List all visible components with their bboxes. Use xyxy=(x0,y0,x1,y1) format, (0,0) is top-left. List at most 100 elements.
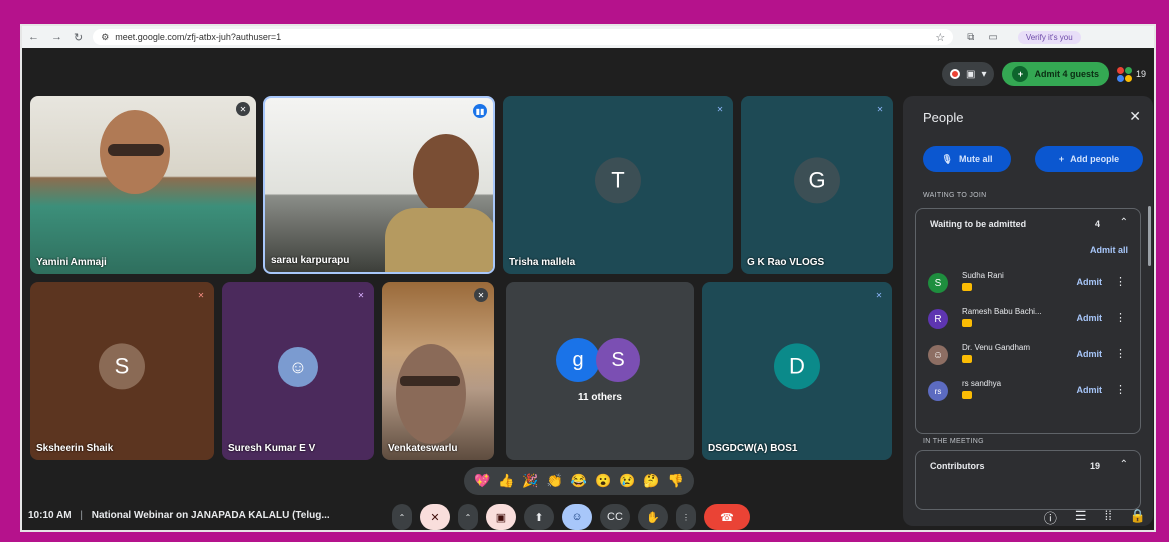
camera-off-button[interactable]: ▣ xyxy=(486,504,516,530)
add-person-icon: + xyxy=(1058,154,1065,164)
meeting-section-label: IN THE MEETING xyxy=(923,438,984,445)
emoji-reactions-button[interactable]: ☺ xyxy=(562,504,592,530)
participant-photo-avatar: ☺ xyxy=(278,347,318,387)
bookmark-star-icon[interactable]: ☆ xyxy=(935,31,945,44)
reaction-heart-icon[interactable]: 💖 xyxy=(474,473,490,489)
people-count: 19 xyxy=(1135,69,1146,79)
participant-avatar: T xyxy=(595,157,641,204)
host-controls-icon[interactable]: 🔒 xyxy=(1130,508,1146,527)
participant-tile[interactable]: ▮▮ sarau karpurapu xyxy=(263,96,495,274)
participant-tile[interactable]: D ✕ DSGDCW(A) BOS1 xyxy=(702,282,892,460)
back-icon[interactable]: ← xyxy=(28,31,39,44)
guest-row: R Ramesh Babu Bachi... Admit ⋮ xyxy=(928,305,1132,335)
forward-icon[interactable]: → xyxy=(51,31,62,44)
reaction-thumbs-down-icon[interactable]: 👎 xyxy=(668,473,684,489)
reaction-surprised-icon[interactable]: 😮 xyxy=(595,473,611,489)
site-settings-icon[interactable]: ⚙ xyxy=(101,32,109,43)
waiting-header: Waiting to be admitted xyxy=(930,219,1027,229)
participant-name: Sksheerin Shaik xyxy=(36,443,114,454)
guest-name: Sudha Rani xyxy=(962,271,1004,280)
people-count-button[interactable]: 19 xyxy=(1116,66,1146,82)
close-icon[interactable]: ✕ xyxy=(1129,108,1141,125)
more-options-icon[interactable]: ⋮ xyxy=(1115,383,1126,396)
chevron-up-icon[interactable]: ⌃ xyxy=(1120,459,1128,470)
guest-name: Dr. Venu Gandham xyxy=(962,343,1031,352)
participant-tile[interactable]: ✕ Yamini Ammaji xyxy=(30,96,256,274)
reload-icon[interactable]: ↻ xyxy=(74,31,83,44)
mic-off-button[interactable]: ✕ xyxy=(420,504,450,530)
meeting-info: 10:10 AM | National Webinar on JANAPADA … xyxy=(28,510,330,521)
admit-all-button[interactable]: Admit all xyxy=(1090,245,1128,255)
participant-tile[interactable]: T ✕ Trisha mallela xyxy=(503,96,733,274)
more-options-icon[interactable]: ⋮ xyxy=(676,504,696,530)
chevron-down-icon: ▾ xyxy=(981,68,987,80)
activities-icon[interactable]: ⁞⁞ xyxy=(1105,508,1112,527)
people-dots-icon xyxy=(1116,66,1132,82)
admit-guests-button[interactable]: + Admit 4 guests xyxy=(1002,62,1109,86)
participant-tile[interactable]: ✕ Venkateswarlu xyxy=(382,282,494,460)
separator: | xyxy=(80,510,83,521)
people-panel: People ✕ 🎙 Mute all + Add people WAITING… xyxy=(903,96,1153,526)
admit-button[interactable]: Admit xyxy=(1077,313,1103,323)
meeting-time: 10:10 AM xyxy=(28,510,72,521)
browser-nav: ← → ↻ xyxy=(22,31,83,44)
admit-button[interactable]: Admit xyxy=(1077,385,1103,395)
guest-name: Ramesh Babu Bachi... xyxy=(962,307,1042,316)
others-avatar-a: g xyxy=(556,338,600,382)
waiting-section-label: WAITING TO JOIN xyxy=(923,192,987,199)
participant-tile[interactable]: ☺ ✕ Suresh Kumar E V xyxy=(222,282,374,460)
mic-muted-icon: ✕ xyxy=(875,290,883,300)
recording-controls[interactable]: ▣ ▾ xyxy=(941,62,995,86)
audio-options-chevron-icon[interactable]: ⌃ xyxy=(392,504,412,530)
video-options-chevron-icon[interactable]: ⌃ xyxy=(458,504,478,530)
mic-muted-icon: ✕ xyxy=(236,102,250,116)
chat-icon[interactable]: ☰ xyxy=(1075,508,1087,527)
guest-row: ☺ Dr. Venu Gandham Admit ⋮ xyxy=(928,341,1132,371)
info-icon[interactable]: ⓘ xyxy=(1044,508,1057,527)
verify-identity-button[interactable]: Verify it's you xyxy=(1017,30,1081,44)
mic-muted-icon: ✕ xyxy=(716,104,724,114)
participant-avatar: S xyxy=(99,343,145,390)
chevron-up-icon[interactable]: ⌃ xyxy=(1120,217,1128,228)
add-people-button[interactable]: + Add people xyxy=(1035,146,1143,172)
admit-button[interactable]: Admit xyxy=(1077,349,1103,359)
admit-button[interactable]: Admit xyxy=(1077,277,1103,287)
more-options-icon[interactable]: ⋮ xyxy=(1115,347,1126,360)
participant-avatar: D xyxy=(774,343,820,390)
mic-muted-icon: ✕ xyxy=(357,290,365,300)
mute-all-button[interactable]: 🎙 Mute all xyxy=(923,146,1011,172)
present-screen-button[interactable]: ⬆ xyxy=(524,504,554,530)
leave-call-button[interactable]: ☎ xyxy=(704,504,750,530)
contributors-list: Contributors 19 ⌃ xyxy=(915,450,1141,510)
reaction-sad-icon[interactable]: 😢 xyxy=(619,473,635,489)
more-options-icon[interactable]: ⋮ xyxy=(1115,275,1126,288)
mic-muted-icon: ✕ xyxy=(197,290,205,300)
participant-tile[interactable]: S ✕ Sksheerin Shaik xyxy=(30,282,214,460)
waiting-count: 4 xyxy=(1094,219,1100,229)
guest-row: S Sudha Rani Admit ⋮ xyxy=(928,269,1132,299)
speaking-indicator-icon: ▮▮ xyxy=(473,104,487,118)
reaction-thumbs-up-icon[interactable]: 👍 xyxy=(498,473,514,489)
others-tile[interactable]: g S 11 others xyxy=(506,282,694,460)
admit-guests-label: Admit 4 guests xyxy=(1034,69,1099,79)
reaction-thinking-icon[interactable]: 🤔 xyxy=(643,473,659,489)
meeting-title: National Webinar on JANAPADA KALALU (Tel… xyxy=(91,510,330,521)
captions-button[interactable]: CC xyxy=(600,504,630,530)
reaction-clap-icon[interactable]: 👏 xyxy=(547,473,563,489)
guest-avatar: S xyxy=(928,273,948,293)
address-bar[interactable]: ⚙ meet.google.com/zfj-atbx-juh?authuser=… xyxy=(93,29,954,45)
extensions-icon[interactable]: ⧉ xyxy=(967,32,974,43)
browser-tools: ⧉ ▭ Verify it's you xyxy=(967,30,1081,44)
participant-name: G K Rao VLOGS xyxy=(747,257,825,268)
participant-body xyxy=(385,208,493,272)
participant-name: Venkateswarlu xyxy=(388,443,458,454)
guest-badge-icon xyxy=(962,319,972,327)
tab-search-icon[interactable]: ▭ xyxy=(988,32,997,43)
reaction-party-icon[interactable]: 🎉 xyxy=(522,473,538,489)
participant-tile[interactable]: G ✕ G K Rao VLOGS xyxy=(741,96,893,274)
panel-scrollbar[interactable] xyxy=(1148,206,1151,266)
others-avatars: g S xyxy=(556,338,646,384)
reaction-laugh-icon[interactable]: 😂 xyxy=(571,473,587,489)
more-options-icon[interactable]: ⋮ xyxy=(1115,311,1126,324)
raise-hand-button[interactable]: ✋ xyxy=(638,504,668,530)
